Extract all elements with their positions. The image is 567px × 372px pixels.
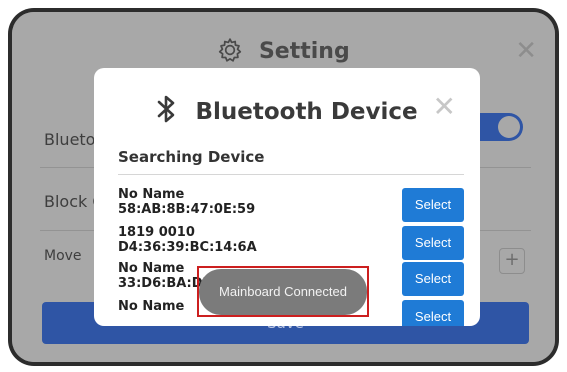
close-icon[interactable]: ✕ — [433, 90, 456, 123]
device-item: 1819 0010 D4:36:39:BC:14:6A Select — [118, 226, 464, 262]
modal-header: Bluetooth Device — [94, 94, 480, 128]
settings-row-bluetooth-label: Blueto — [44, 130, 96, 149]
settings-row-move-label: Move — [44, 248, 82, 264]
device-name: No Name — [118, 261, 185, 276]
device-name: No Name — [118, 299, 185, 314]
highlight-box — [197, 266, 369, 317]
settings-title: Setting — [12, 37, 555, 64]
device-mac: D4:36:39:BC:14:6A — [118, 240, 257, 255]
settings-close-icon[interactable]: ✕ — [515, 36, 537, 66]
searching-device-label: Searching Device — [118, 148, 265, 166]
modal-title: Bluetooth Device — [195, 99, 418, 125]
toggle-knob — [498, 116, 520, 138]
select-button[interactable]: Select — [402, 226, 464, 260]
plus-button[interactable]: + — [499, 248, 525, 274]
device-mac: 58:AB:8B:47:0E:59 — [118, 202, 256, 217]
device-name: 1819 0010 — [118, 225, 195, 240]
select-button[interactable]: Select — [402, 262, 464, 296]
device-item: No Name 58:AB:8B:47:0E:59 Select — [118, 188, 464, 224]
modal-divider — [118, 174, 464, 175]
bluetooth-icon — [158, 95, 175, 123]
settings-title-text: Setting — [258, 39, 350, 64]
device-name: No Name — [118, 187, 185, 202]
select-button[interactable]: Select — [402, 300, 464, 326]
gear-icon — [219, 38, 242, 62]
select-button[interactable]: Select — [402, 188, 464, 222]
